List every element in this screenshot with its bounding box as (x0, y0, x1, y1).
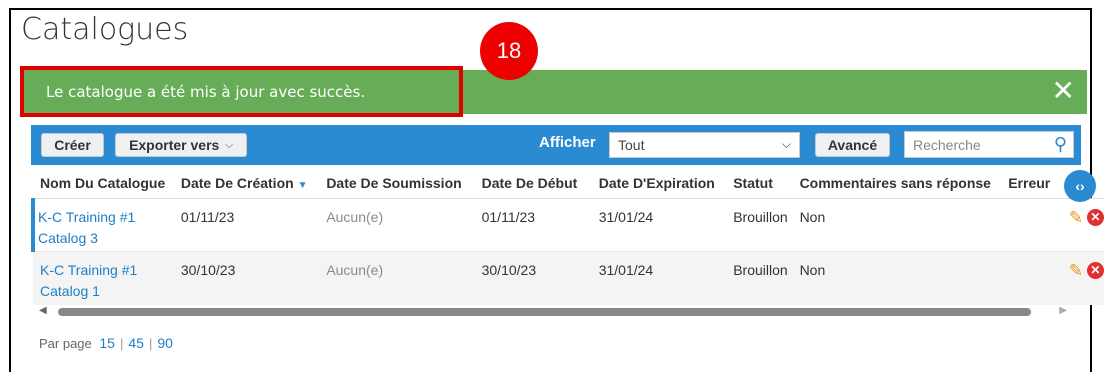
catalog-name-link-line2[interactable]: Catalog 1 (40, 283, 100, 299)
advanced-button-label: Avancé (827, 137, 878, 153)
page-size-option-45[interactable]: 45 (128, 335, 144, 351)
catalog-name-cell[interactable]: K-C Training #1 Catalog 3 (31, 198, 174, 252)
horizontal-scrollbar[interactable]: ◀ ▶ (31, 305, 1081, 319)
chevron-down-icon: ⌵ (781, 137, 791, 151)
comments-cell: Non (792, 198, 1002, 252)
page-size-option-15[interactable]: 15 (99, 335, 115, 351)
export-dropdown-button[interactable]: Exporter vers ⌵ (115, 133, 247, 157)
delete-icon[interactable]: ✕ (1086, 209, 1104, 226)
created-date-cell: 30/10/23 (173, 251, 320, 305)
column-header-name[interactable]: Nom Du Catalogue (33, 167, 174, 199)
search-input[interactable]: Recherche ⚲ (904, 131, 1074, 158)
catalog-table: Nom Du Catalogue Date De Création ▼ Date … (31, 167, 1104, 305)
catalog-name-link-line2[interactable]: Catalog 3 (38, 230, 98, 246)
expiry-date-cell: 31/01/24 (591, 251, 727, 305)
display-label: Afficher (539, 134, 596, 151)
catalog-name-link[interactable]: K-C Training #1 (38, 209, 135, 225)
delete-icon[interactable]: ✕ (1086, 262, 1104, 279)
error-cell (1001, 198, 1062, 252)
actions-cell: ✎ ✕ (1061, 251, 1104, 305)
table-header-row: Nom Du Catalogue Date De Création ▼ Date … (33, 167, 1104, 199)
create-button[interactable]: Créer (41, 133, 104, 157)
catalog-name-link[interactable]: K-C Training #1 (40, 262, 137, 278)
search-placeholder: Recherche (913, 136, 981, 153)
start-date-cell: 30/10/23 (474, 251, 592, 305)
scroll-left-icon[interactable]: ◀ (39, 305, 47, 316)
submitted-date-cell: Aucun(e) (319, 198, 475, 252)
error-cell (1001, 251, 1062, 305)
column-header-created[interactable]: Date De Création ▼ (173, 167, 320, 199)
advanced-search-button[interactable]: Avancé (815, 133, 890, 157)
sort-desc-icon[interactable]: ▼ (298, 180, 308, 191)
display-filter-value: Tout (618, 137, 645, 153)
column-header-start[interactable]: Date De Début (474, 167, 592, 199)
status-cell: Brouillon (726, 198, 793, 252)
submitted-date-cell: Aucun(e) (319, 251, 475, 305)
column-header-error[interactable]: Erreur (1001, 167, 1062, 199)
edit-pencil-icon[interactable]: ✎ (1069, 207, 1083, 228)
catalog-toolbar: Créer Exporter vers ⌵ Afficher Tout ⌵ Av… (31, 125, 1081, 165)
pager-divider: | (148, 336, 153, 351)
created-date-cell: 01/11/23 (173, 198, 320, 252)
search-icon[interactable]: ⚲ (1054, 134, 1067, 155)
page-title: Catalogues (21, 12, 189, 47)
page-size-label: Par page (39, 336, 92, 351)
scroll-right-icon[interactable]: ▶ (1059, 305, 1067, 316)
catalog-name-cell[interactable]: K-C Training #1 Catalog 1 (33, 251, 174, 305)
comments-cell: Non (792, 251, 1002, 305)
column-header-status[interactable]: Statut (726, 167, 793, 199)
chevron-down-icon: ⌵ (225, 139, 233, 151)
status-cell: Brouillon (726, 251, 793, 305)
table-row: K-C Training #1 Catalog 1 30/10/23 Aucun(… (33, 251, 1104, 305)
page-size-option-90[interactable]: 90 (157, 335, 173, 351)
edit-pencil-icon[interactable]: ✎ (1069, 260, 1083, 281)
export-button-label: Exporter vers (129, 137, 220, 153)
close-icon[interactable]: ✕ (1052, 77, 1075, 105)
create-button-label: Créer (54, 137, 91, 153)
pager-divider: | (119, 336, 124, 351)
step-number-badge: 18 (480, 22, 538, 80)
column-header-submitted[interactable]: Date De Soumission (319, 167, 475, 199)
page-size-selector: Par page 15 | 45 | 90 (39, 335, 173, 351)
table-row: K-C Training #1 Catalog 3 01/11/23 Aucun(… (31, 198, 1104, 252)
column-header-comments[interactable]: Commentaires sans réponse (792, 167, 1002, 199)
display-filter-select[interactable]: Tout ⌵ (609, 132, 800, 158)
annotation-highlight-box (20, 66, 463, 117)
expiry-date-cell: 31/01/24 (591, 198, 727, 252)
column-header-expiry[interactable]: Date D'Expiration (591, 167, 727, 199)
column-toggle-icon[interactable]: ‹› (1064, 170, 1096, 202)
start-date-cell: 01/11/23 (474, 198, 592, 252)
scrollbar-thumb[interactable] (58, 308, 1031, 316)
actions-cell: ✎ ✕ (1061, 198, 1104, 252)
column-header-created-label: Date De Création (180, 174, 294, 191)
